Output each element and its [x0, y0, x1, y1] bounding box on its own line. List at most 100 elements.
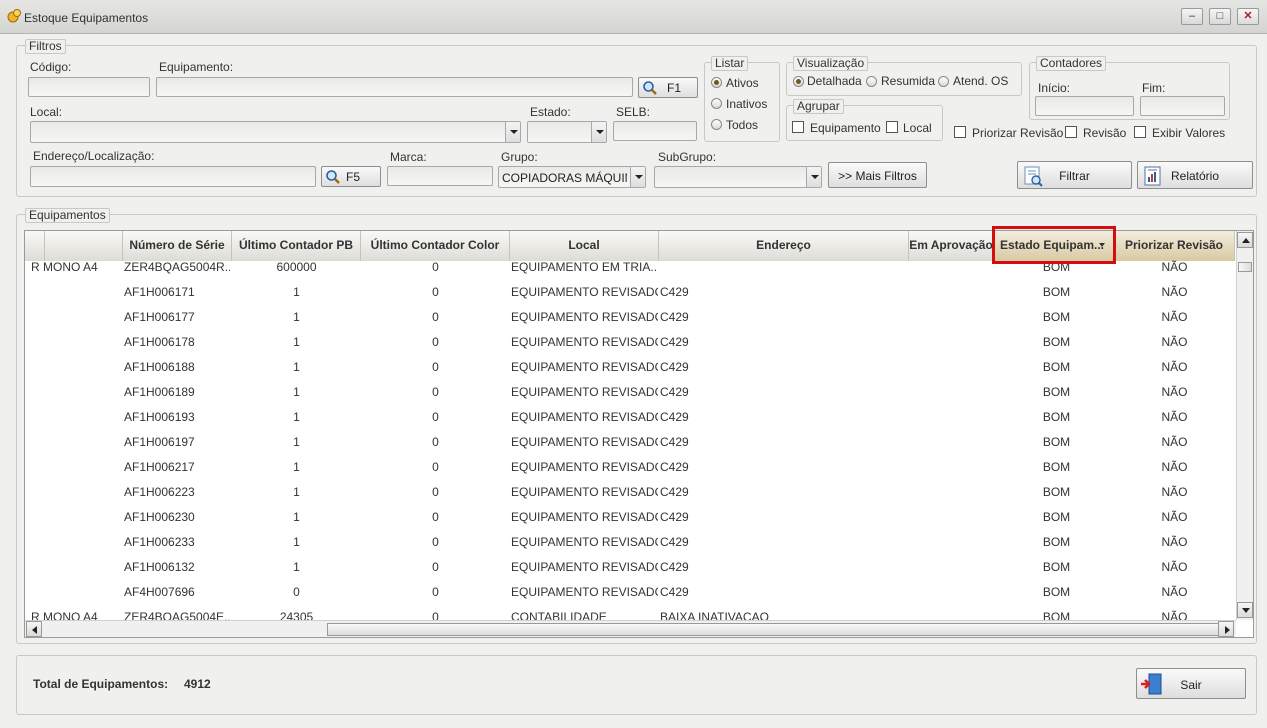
- agrupar-local-label: Local: [903, 121, 932, 135]
- table-row[interactable]: AF1H006197 1 0 EQUIPAMENTO REVISADO C429 BOM N…: [25, 429, 1235, 454]
- grupo-select[interactable]: COPIADORAS MÁQUIN: [498, 166, 646, 188]
- table-row[interactable]: AF1H006177 1 0 EQUIPAMENTO REVISADO C429 BOM N…: [25, 304, 1235, 329]
- f1-label: F1: [667, 81, 682, 95]
- detalhada-label: Detalhada: [807, 74, 862, 88]
- cell-c0: R MONO A4: [31, 260, 98, 274]
- table-row[interactable]: AF4H007696 0 0 EQUIPAMENTO REVISADO C429 BOM N…: [25, 579, 1235, 604]
- cell-serie: ZER4BQAG5004R...: [124, 260, 230, 274]
- cell-estado: BOM: [1042, 585, 1071, 599]
- equipamentos-legend: Equipamentos: [25, 208, 110, 223]
- chevron-down-icon[interactable]: [591, 122, 606, 142]
- local-select[interactable]: [30, 121, 521, 143]
- cell-endereco: C429: [660, 410, 689, 424]
- horizontal-scrollbar[interactable]: [25, 620, 1236, 637]
- table-row[interactable]: AF1H006193 1 0 EQUIPAMENTO REVISADO C429 BOM N…: [25, 404, 1235, 429]
- table-row[interactable]: AF1H006223 1 0 EQUIPAMENTO REVISADO C429 BOM N…: [25, 479, 1235, 504]
- cell-estado: BOM: [1042, 435, 1071, 449]
- equipment-grid: Número de Série Último Contador PB Últim…: [24, 230, 1254, 638]
- cell-priorizar: NÃO: [1161, 335, 1188, 349]
- chevron-down-icon[interactable]: [806, 167, 821, 187]
- table-row[interactable]: AF1H006233 1 0 EQUIPAMENTO REVISADO C429 BOM N…: [25, 529, 1235, 554]
- agrupar-equipamento-checkbox[interactable]: [792, 121, 804, 133]
- cell-estado: BOM: [1042, 335, 1071, 349]
- exibir-valores-checkbox[interactable]: [1134, 126, 1146, 138]
- priorizar-revisao-checkbox[interactable]: [954, 126, 966, 138]
- vertical-scrollbar[interactable]: [1236, 231, 1253, 620]
- cell-local: EQUIPAMENTO EM TRIA...: [511, 260, 658, 274]
- inativos-radio[interactable]: [711, 98, 722, 109]
- equipamento-input[interactable]: [156, 77, 633, 97]
- table-row[interactable]: AF1H006189 1 0 EQUIPAMENTO REVISADO C429 BOM N…: [25, 379, 1235, 404]
- table-row[interactable]: AF1H006171 1 0 EQUIPAMENTO REVISADO C429 BOM N…: [25, 279, 1235, 304]
- maximize-button[interactable]: □: [1209, 8, 1231, 25]
- endereco-input[interactable]: [30, 166, 316, 187]
- todos-radio[interactable]: [711, 119, 722, 130]
- app-icon: [7, 9, 21, 23]
- codigo-input[interactable]: [28, 77, 150, 97]
- chevron-down-icon[interactable]: [505, 122, 520, 142]
- inativos-label: Inativos: [726, 97, 768, 111]
- table-row[interactable]: AF1H006230 1 0 EQUIPAMENTO REVISADO C429 BOM N…: [25, 504, 1235, 529]
- ativos-radio[interactable]: [711, 77, 722, 88]
- horizontal-scroll-thumb[interactable]: [327, 623, 1220, 636]
- resumida-radio[interactable]: [866, 76, 877, 87]
- visualizacao-legend: Visualização: [793, 56, 869, 71]
- total-label: Total de Equipamentos:: [33, 677, 169, 691]
- cell-local: EQUIPAMENTO REVISADO: [511, 510, 658, 524]
- cell-local: EQUIPAMENTO REVISADO: [511, 410, 658, 424]
- cell-endereco: C429: [660, 435, 689, 449]
- selb-label: SELB:: [616, 105, 651, 119]
- fim-input[interactable]: [1140, 96, 1225, 116]
- cell-pb: 1: [293, 385, 300, 399]
- agrupar-local-checkbox[interactable]: [886, 121, 898, 133]
- mais-filtros-button[interactable]: >> Mais Filtros: [828, 162, 927, 188]
- maximize-icon: □: [1216, 10, 1224, 22]
- cell-color: 0: [432, 260, 439, 274]
- search-f1-button[interactable]: F1: [638, 77, 698, 98]
- cell-estado: BOM: [1042, 385, 1071, 399]
- revisao-checkbox[interactable]: [1065, 126, 1077, 138]
- window-title: Estoque Equipamentos: [24, 11, 149, 25]
- scroll-down-button[interactable]: [1237, 602, 1253, 618]
- estado-select[interactable]: [527, 121, 607, 143]
- cell-color: 0: [432, 585, 439, 599]
- inicio-input[interactable]: [1035, 96, 1134, 116]
- marca-input[interactable]: [387, 166, 493, 186]
- table-row[interactable]: AF1H006188 1 0 EQUIPAMENTO REVISADO C429 BOM N…: [25, 354, 1235, 379]
- cell-color: 0: [432, 385, 439, 399]
- cell-local: EQUIPAMENTO REVISADO: [511, 335, 658, 349]
- table-row[interactable]: AF1H006217 1 0 EQUIPAMENTO REVISADO C429 BOM N…: [25, 454, 1235, 479]
- close-button[interactable]: ✕: [1237, 8, 1259, 25]
- cell-serie: AF1H006217: [124, 460, 195, 474]
- vertical-scroll-thumb[interactable]: [1238, 262, 1252, 272]
- search-f5-button[interactable]: F5: [321, 166, 381, 187]
- codigo-label: Código:: [30, 60, 72, 74]
- table-row[interactable]: AF1H006178 1 0 EQUIPAMENTO REVISADO C429 BOM N…: [25, 329, 1235, 354]
- agrupar-legend: Agrupar: [793, 99, 844, 114]
- cell-priorizar: NÃO: [1161, 260, 1188, 274]
- scroll-right-button[interactable]: [1218, 621, 1234, 637]
- minimize-button[interactable]: –: [1181, 8, 1203, 25]
- cell-color: 0: [432, 485, 439, 499]
- relatorio-button[interactable]: Relatório: [1137, 161, 1253, 189]
- scroll-left-button[interactable]: [26, 621, 42, 637]
- atend-os-radio[interactable]: [938, 76, 949, 87]
- detalhada-radio[interactable]: [793, 76, 804, 87]
- selb-input[interactable]: [613, 121, 697, 141]
- chevron-down-icon[interactable]: [630, 167, 645, 187]
- highlight-box: [992, 226, 1116, 264]
- cell-pb: 1: [293, 435, 300, 449]
- cell-pb: 0: [293, 585, 300, 599]
- table-row[interactable]: AF1H006132 1 0 EQUIPAMENTO REVISADO C429 BOM N…: [25, 554, 1235, 579]
- cell-priorizar: NÃO: [1161, 385, 1188, 399]
- subgrupo-select[interactable]: [654, 166, 822, 188]
- revisao-label: Revisão: [1083, 126, 1127, 140]
- sair-button[interactable]: Sair: [1136, 668, 1246, 699]
- cell-local: EQUIPAMENTO REVISADO: [511, 485, 658, 499]
- scroll-up-button[interactable]: [1237, 232, 1253, 248]
- cell-serie: AF1H006177: [124, 310, 195, 324]
- cell-priorizar: NÃO: [1161, 285, 1188, 299]
- filtrar-button[interactable]: Filtrar: [1017, 161, 1132, 189]
- cell-pb: 1: [293, 410, 300, 424]
- contadores-legend: Contadores: [1036, 56, 1107, 71]
